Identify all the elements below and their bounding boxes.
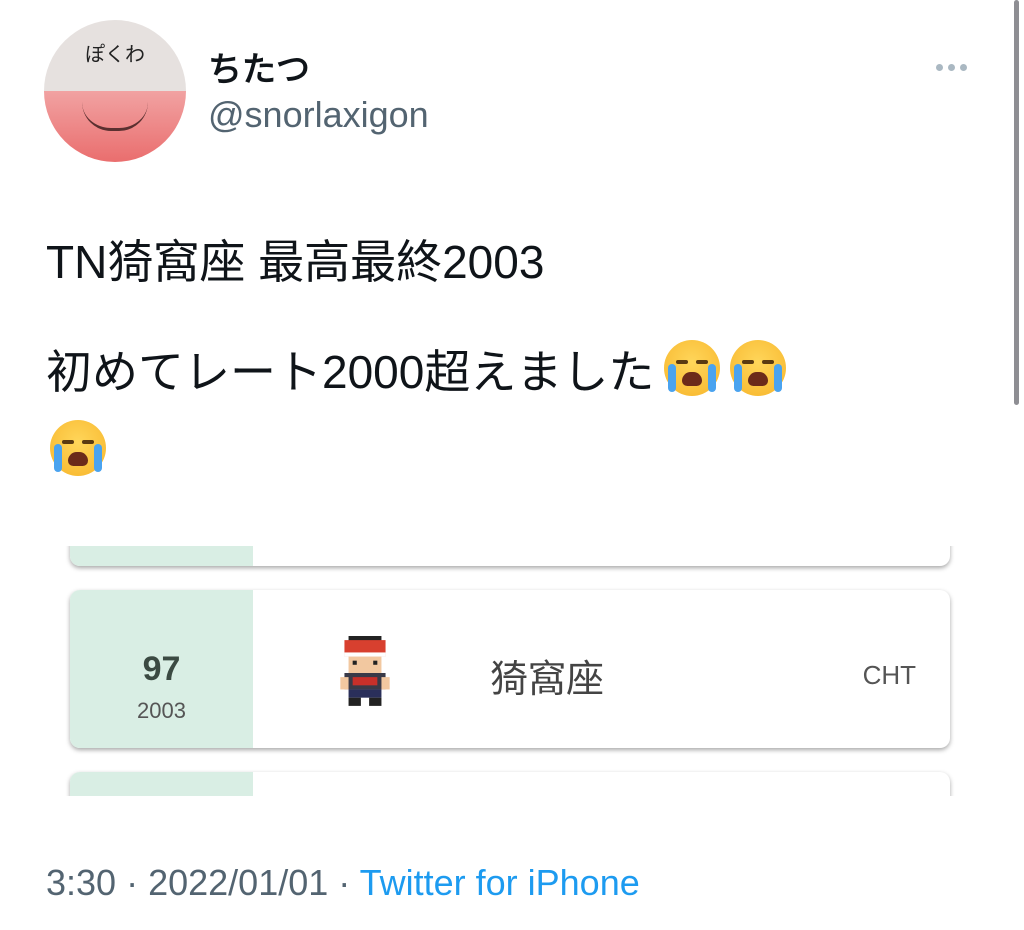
tweet-text-line-3 bbox=[46, 420, 106, 482]
more-horizontal-icon[interactable] bbox=[936, 64, 967, 71]
avatar[interactable]: ぽくわ bbox=[44, 20, 186, 162]
rank-rating: 2003 bbox=[137, 698, 186, 723]
tweet-date[interactable]: 2022/01/01 bbox=[148, 862, 328, 903]
scrollbar[interactable] bbox=[1014, 0, 1019, 405]
ranking-card: 97 2003 猗窩座 CHT bbox=[70, 590, 950, 748]
meta-separator: · bbox=[328, 862, 360, 903]
ranking-card-previous bbox=[70, 546, 950, 566]
tweet-time[interactable]: 3:30 bbox=[46, 862, 116, 903]
avatar-smile bbox=[82, 102, 148, 131]
crying-face-emoji-icon bbox=[50, 420, 106, 476]
region-label: CHT bbox=[862, 660, 916, 690]
tweet-text-line-2: 初めてレート2000超えました bbox=[46, 340, 787, 402]
avatar-text: ぽくわ bbox=[85, 42, 145, 66]
meta-separator: · bbox=[116, 862, 149, 903]
crying-face-emoji-icon bbox=[664, 340, 721, 396]
ranking-screenshot-image[interactable]: 97 2003 猗窩座 CHT bbox=[60, 546, 964, 796]
player-name: 猗窩座 bbox=[490, 659, 605, 701]
rank-number: 97 bbox=[142, 650, 181, 688]
display-name[interactable]: ちたつ bbox=[208, 42, 310, 91]
source-link[interactable]: Twitter for iPhone bbox=[360, 862, 640, 903]
trainer-sprite-icon bbox=[340, 636, 390, 706]
tweet-text-line-1: TN猗窩座 最高最終2003 bbox=[46, 236, 545, 288]
user-handle[interactable]: @snorlaxigon bbox=[208, 94, 429, 136]
tweet-meta: 3:30 · 2022/01/01 · Twitter for iPhone bbox=[46, 862, 640, 904]
crying-face-emoji-icon bbox=[730, 340, 787, 396]
ranking-card-next bbox=[70, 772, 950, 796]
tweet-text: 初めてレート2000超えました bbox=[46, 346, 655, 398]
